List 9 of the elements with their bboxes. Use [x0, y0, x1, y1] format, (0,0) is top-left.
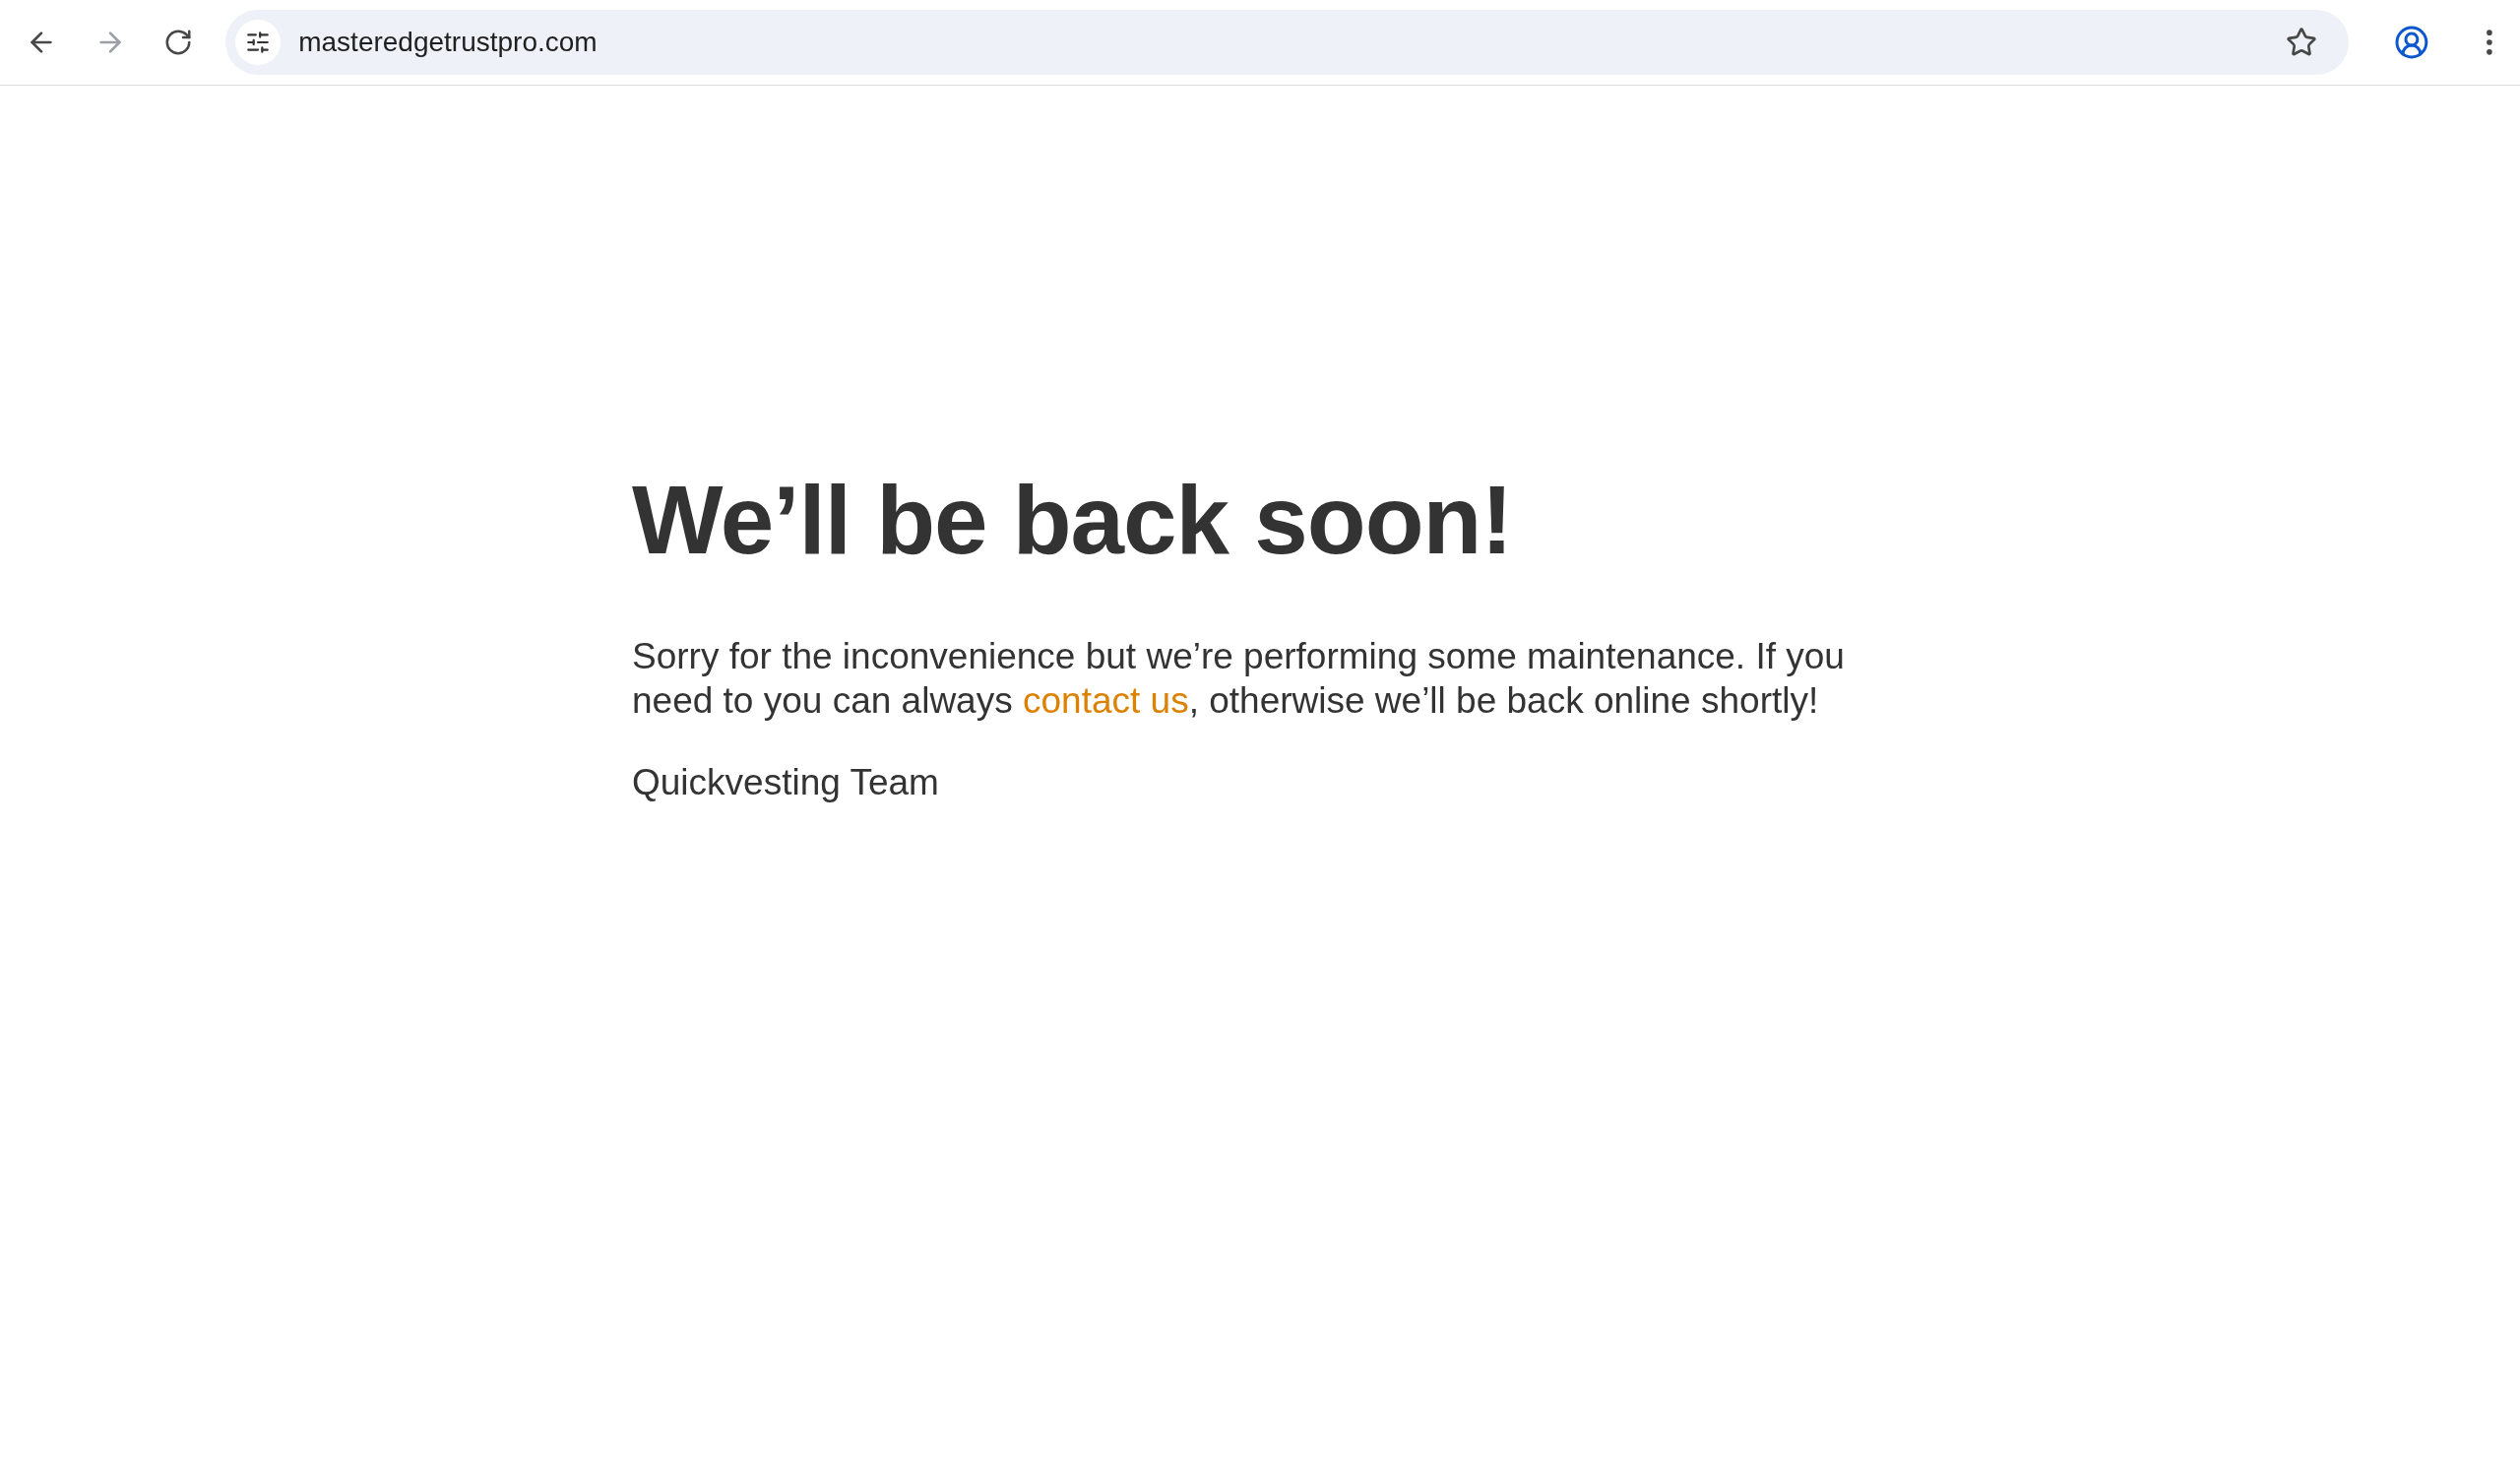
- address-bar[interactable]: masteredgetrustpro.com: [225, 10, 2350, 75]
- page-heading: We’ll be back soon!: [632, 465, 1514, 576]
- signature-text: Quickvesting Team: [632, 760, 940, 804]
- maintenance-message: Sorry for the inconvenience but we’re performing some maintenance. If you need to you can always contact us, otherwise we’ll be back online shortly!: [632, 634, 1846, 723]
- reload-icon: [163, 28, 194, 57]
- site-settings-icon[interactable]: [235, 20, 282, 65]
- bookmark-star-icon[interactable]: [2286, 27, 2318, 58]
- url-text: masteredgetrustpro.com: [298, 26, 598, 59]
- profile-icon[interactable]: [2394, 25, 2430, 60]
